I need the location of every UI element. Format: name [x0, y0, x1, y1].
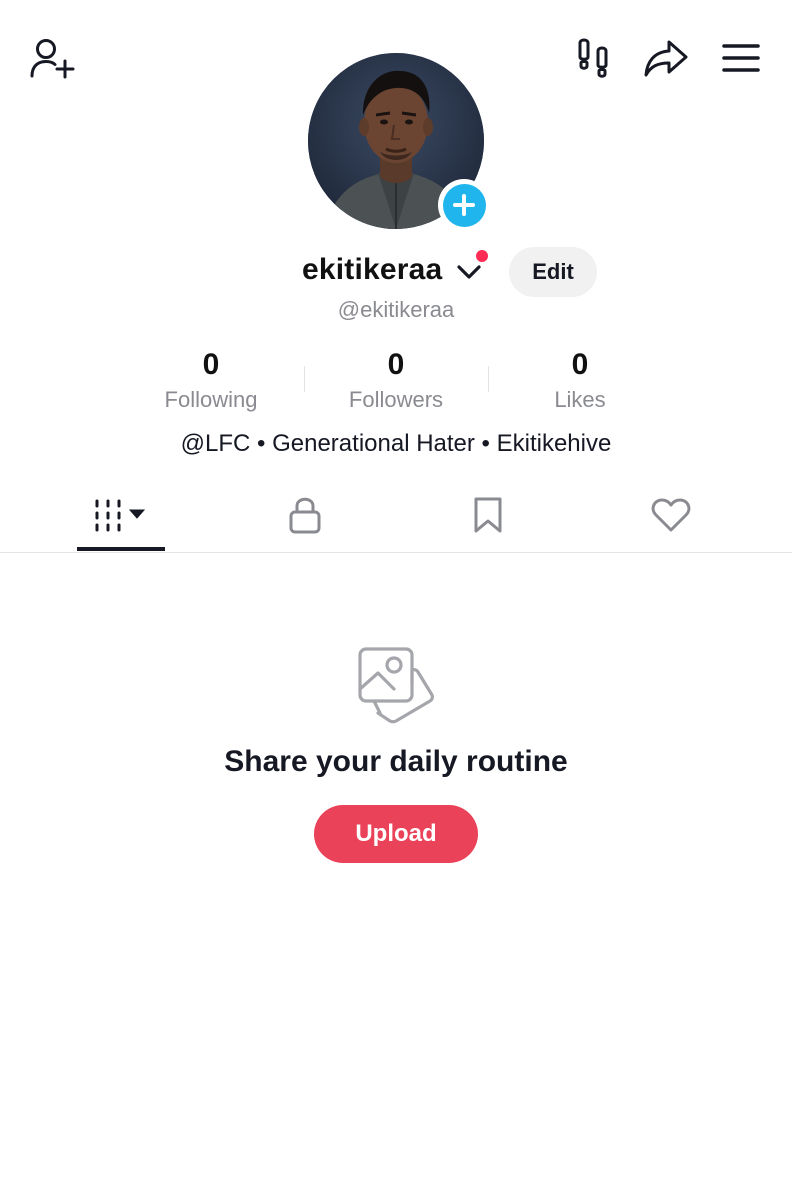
avatar[interactable]: [308, 53, 490, 231]
tab-favorites[interactable]: [389, 480, 587, 550]
tab-videos[interactable]: [22, 480, 220, 550]
lock-icon: [289, 497, 321, 534]
footprint-icon[interactable]: [572, 36, 616, 80]
notification-dot: [476, 250, 488, 262]
photos-icon: [358, 647, 434, 724]
chevron-down-icon[interactable]: [456, 261, 482, 283]
likes-label: Likes: [554, 387, 606, 412]
following-count: 0: [202, 348, 220, 381]
stat-followers[interactable]: 0 Followers: [304, 346, 488, 414]
username: ekitikeraa: [302, 253, 443, 286]
add-friend-icon[interactable]: [28, 36, 76, 80]
menu-icon[interactable]: [718, 38, 764, 78]
profile-bio: @LFC • Generational Hater • Ekitikehive: [180, 430, 612, 457]
heart-icon: [651, 498, 691, 532]
bookmark-icon: [474, 497, 502, 533]
user-handle: @ekitikeraa: [337, 297, 455, 322]
edit-profile-button[interactable]: Edit: [509, 247, 597, 297]
stat-likes[interactable]: 0 Likes: [488, 346, 672, 414]
plus-icon: [453, 194, 475, 216]
following-label: Following: [164, 387, 258, 412]
grid-icon: [95, 499, 146, 532]
add-avatar-button[interactable]: [438, 179, 490, 231]
profile-tabs: [0, 480, 792, 553]
name-row: ekitikeraa Edit: [0, 247, 792, 299]
empty-state-title: Share your daily routine: [224, 745, 568, 778]
tab-private[interactable]: [206, 480, 404, 550]
followers-label: Followers: [348, 387, 444, 412]
stats-row: 0 Following 0 Followers 0 Likes: [0, 346, 792, 416]
likes-count: 0: [571, 348, 589, 381]
tab-liked[interactable]: [572, 480, 770, 550]
active-tab-indicator: [77, 547, 165, 551]
profile-page: ekitikeraa Edit @ekitikeraa 0 Following …: [0, 0, 792, 1200]
stat-following[interactable]: 0 Following: [119, 346, 303, 414]
share-icon[interactable]: [642, 36, 690, 80]
followers-count: 0: [387, 348, 405, 381]
upload-button[interactable]: Upload: [314, 805, 478, 863]
